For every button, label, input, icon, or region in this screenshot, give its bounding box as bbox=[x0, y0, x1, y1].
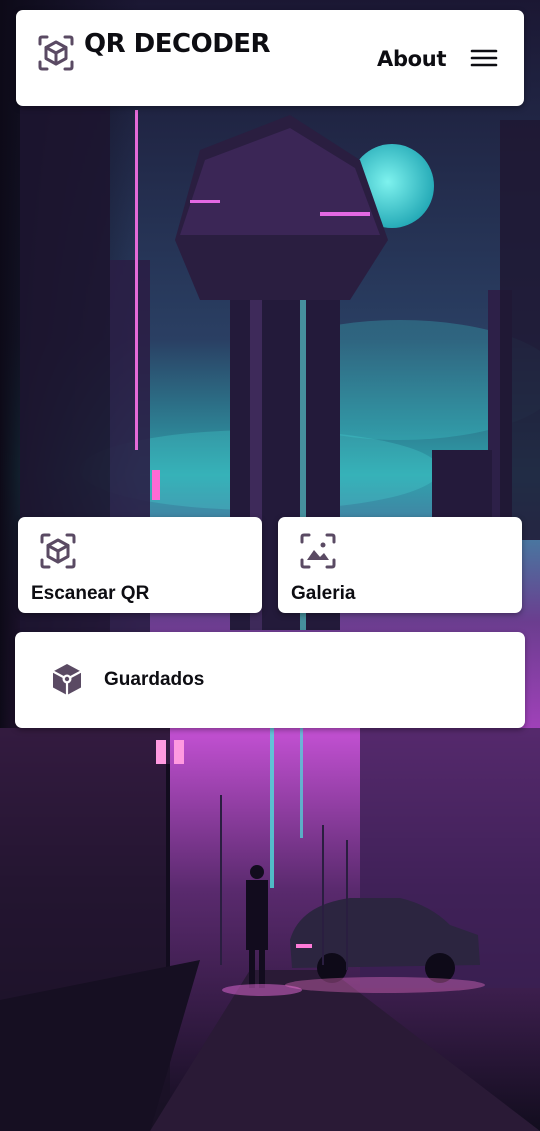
saved-button[interactable]: Guardados bbox=[15, 632, 525, 728]
saved-cube-icon bbox=[48, 661, 86, 699]
app-header: QR DECODER About bbox=[16, 10, 524, 106]
gallery-button[interactable]: Galeria bbox=[278, 517, 522, 613]
qr-scan-cube-icon bbox=[37, 34, 75, 72]
image-gallery-icon bbox=[299, 532, 337, 570]
hamburger-menu-icon[interactable] bbox=[470, 48, 498, 68]
gallery-label: Galeria bbox=[291, 583, 356, 604]
about-link[interactable]: About bbox=[377, 47, 447, 71]
scan-qr-button[interactable]: Escanear QR bbox=[18, 517, 262, 613]
qr-scan-cube-icon bbox=[39, 532, 77, 570]
scan-qr-label: Escanear QR bbox=[31, 583, 150, 604]
app-title: QR DECODER bbox=[84, 29, 271, 59]
saved-label: Guardados bbox=[104, 669, 205, 690]
